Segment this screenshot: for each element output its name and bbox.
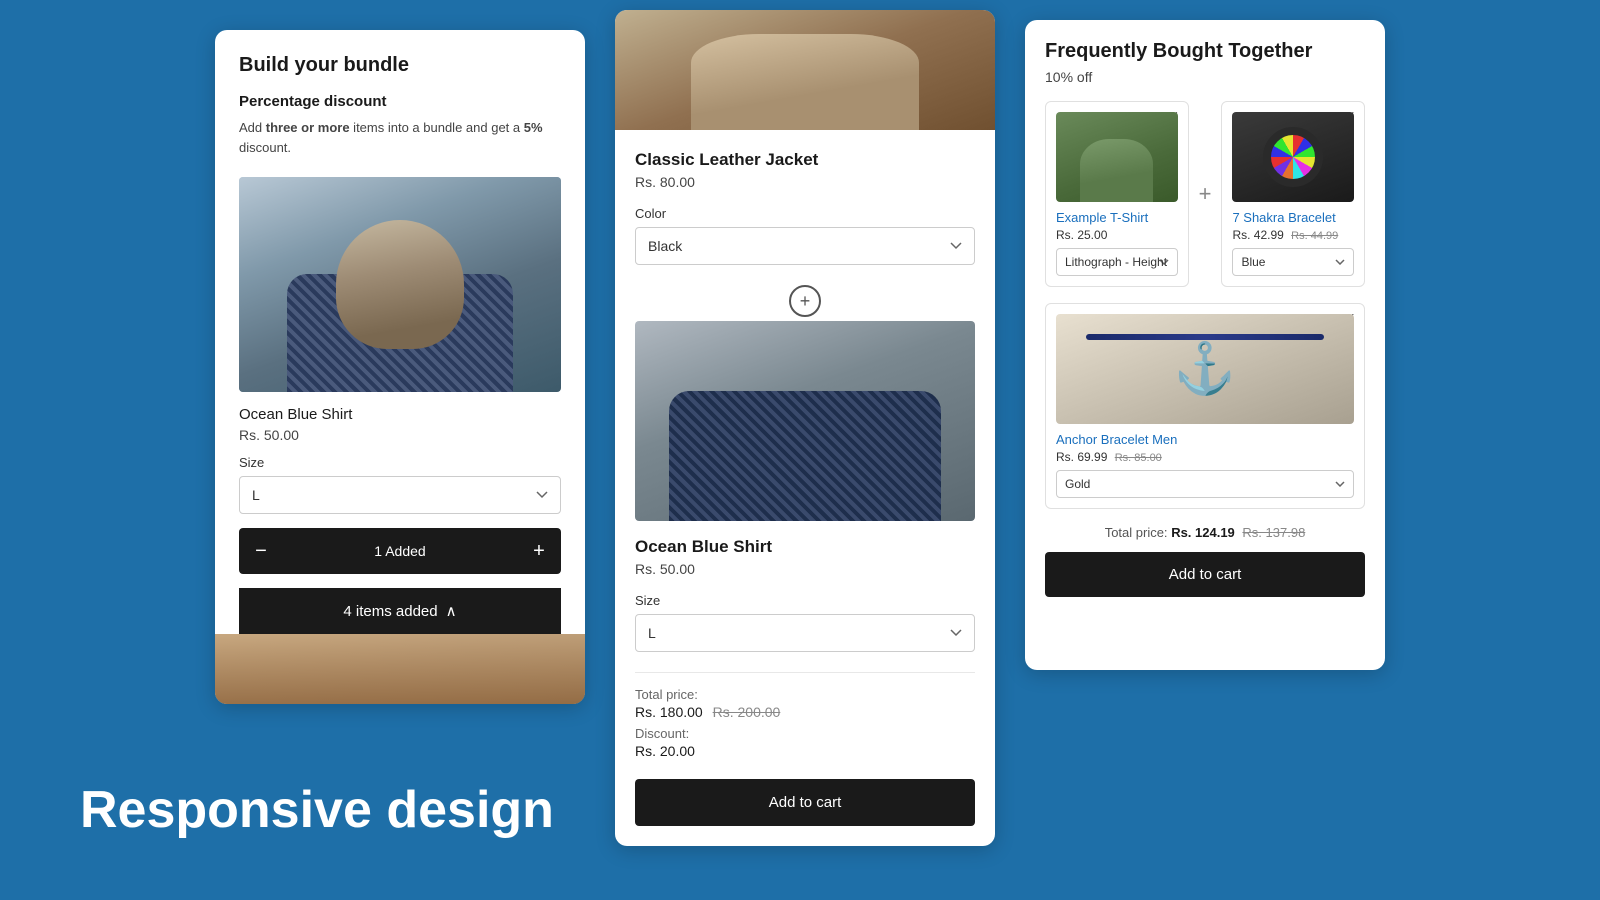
fbt-product1-variant-select[interactable]: Lithograph - Height Option 2 <box>1056 248 1178 276</box>
fbt-product2-variant-select[interactable]: Blue Green Red <box>1232 248 1354 276</box>
left-card: Build your bundle Percentage discount Ad… <box>215 30 585 704</box>
middle-top-image <box>615 10 995 130</box>
fbt-total-label: Total price: <box>1105 525 1168 540</box>
middle-total-section: Total price: Rs. 180.00 Rs. 200.00 Disco… <box>635 672 975 826</box>
fbt-product3-original-price: Rs. 85.00 <box>1115 452 1162 464</box>
person-photo <box>239 177 561 392</box>
right-card: Frequently Bought Together 10% off ✓ Exa… <box>1025 20 1385 670</box>
fbt-product1-price: Rs. 25.00 <box>1056 228 1178 242</box>
fbt-product2-image <box>1232 112 1354 202</box>
fbt-product3-name: Anchor Bracelet Men <box>1056 432 1354 447</box>
plus-circle-icon: + <box>789 285 821 317</box>
discount-label: Percentage discount <box>239 93 561 110</box>
main-layout: Responsive design Build your bundle Perc… <box>0 0 1600 900</box>
navy-rope <box>1086 334 1324 340</box>
qty-plus-button[interactable]: + <box>517 528 561 574</box>
discount-description: Add three or more items into a bundle an… <box>239 118 561 157</box>
middle-total-label: Total price: <box>635 687 975 702</box>
middle-total-value: Rs. 180.00 Rs. 200.00 <box>635 704 975 720</box>
left-size-label: Size <box>239 455 561 470</box>
tshirt-image <box>1056 112 1178 202</box>
middle-product2-image <box>635 321 975 521</box>
bundle-title: Build your bundle <box>239 54 561 77</box>
bracelet-image <box>1232 112 1354 202</box>
bottom-image-strip <box>215 634 585 704</box>
fbt-product-1: ✓ Example T-Shirt Rs. 25.00 Lithograph -… <box>1045 101 1189 287</box>
middle-product1-price: Rs. 80.00 <box>635 174 975 190</box>
fbt-total-value: Rs. 124.19 <box>1171 525 1235 540</box>
fbt-total-original: Rs. 137.98 <box>1242 525 1305 540</box>
shirt-pattern-2 <box>669 391 941 521</box>
fbt-total-row: Total price: Rs. 124.19 Rs. 137.98 <box>1045 525 1365 540</box>
middle-size-label: Size <box>635 593 975 608</box>
bracelet-circle <box>1263 127 1323 187</box>
fbt-product-3: ✓ Anchor Bracelet Men Rs. 69.99 Rs. 85.0… <box>1045 303 1365 509</box>
middle-discount-value: Rs. 20.00 <box>635 743 975 759</box>
qty-text: 1 Added <box>283 543 517 559</box>
right-add-to-cart-button[interactable]: Add to cart <box>1045 552 1365 597</box>
color-label: Color <box>635 206 975 221</box>
plus-divider: + <box>635 285 975 317</box>
fbt-products-row: ✓ Example T-Shirt Rs. 25.00 Lithograph -… <box>1045 101 1365 287</box>
fbt-product3-price: Rs. 69.99 Rs. 85.00 <box>1056 450 1354 464</box>
middle-total-original: Rs. 200.00 <box>713 704 781 720</box>
left-product-price: Rs. 50.00 <box>239 427 561 443</box>
fbt-product1-image <box>1056 112 1178 202</box>
middle-discount-label: Discount: <box>635 726 975 741</box>
fbt-title: Frequently Bought Together <box>1045 40 1365 63</box>
middle-product1-name: Classic Leather Jacket <box>635 150 975 170</box>
items-added-button[interactable]: 4 items added ∧ <box>239 588 561 634</box>
left-product-image <box>239 177 561 392</box>
qty-minus-button[interactable]: − <box>239 528 283 574</box>
middle-add-to-cart-button[interactable]: Add to cart <box>635 779 975 826</box>
fbt-product2-original-price: Rs. 44.99 <box>1291 230 1338 242</box>
fbt-product2-price: Rs. 42.99 Rs. 44.99 <box>1232 228 1354 242</box>
middle-card-body: Classic Leather Jacket Rs. 80.00 Color B… <box>615 130 995 846</box>
left-size-select[interactable]: L XS S M XL XXL <box>239 476 561 514</box>
fbt-product1-name: Example T-Shirt <box>1056 210 1178 225</box>
anchor-bracelet-image <box>1056 314 1354 424</box>
color-select[interactable]: Black Brown Tan <box>635 227 975 265</box>
qty-control: − 1 Added + <box>239 528 561 574</box>
responsive-design-label: Responsive design <box>80 780 554 840</box>
left-product-name: Ocean Blue Shirt <box>239 406 561 423</box>
fbt-plus-icon: + <box>1199 181 1212 207</box>
fbt-product2-name: 7 Shakra Bracelet <box>1232 210 1354 225</box>
middle-product2-price: Rs. 50.00 <box>635 561 975 577</box>
middle-card: Classic Leather Jacket Rs. 80.00 Color B… <box>615 10 995 846</box>
anchor-shape <box>1175 329 1235 409</box>
middle-discount-row: Discount: Rs. 20.00 <box>635 726 975 759</box>
middle-product2-name: Ocean Blue Shirt <box>635 537 975 557</box>
items-added-text: 4 items added <box>343 603 437 620</box>
middle-total-row: Total price: Rs. 180.00 Rs. 200.00 <box>635 687 975 720</box>
fbt-product-2: ✓ 7 Shakra Bracelet Rs. 42.99 Rs. 44.99 … <box>1221 101 1365 287</box>
middle-size-select[interactable]: L XS S M XL <box>635 614 975 652</box>
fbt-product3-variant-select[interactable]: Gold Silver Black <box>1056 470 1354 498</box>
fbt-discount: 10% off <box>1045 69 1365 85</box>
shirt-pattern <box>287 274 512 392</box>
items-added-chevron: ∧ <box>446 602 457 620</box>
